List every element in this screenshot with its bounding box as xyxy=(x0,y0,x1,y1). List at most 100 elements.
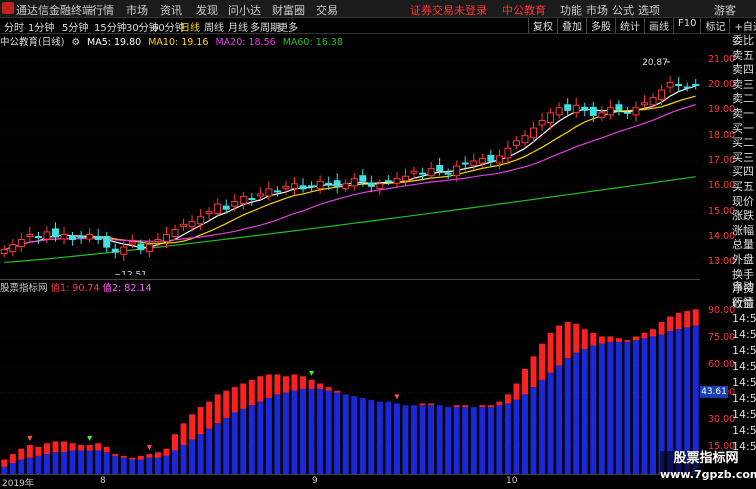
period-tab-1min[interactable]: 1分钟 xyxy=(28,19,54,34)
indicator-bar-red xyxy=(325,387,332,391)
indicator-bar-base xyxy=(189,439,196,474)
login-alert[interactable]: 证券交易未登录 xyxy=(410,2,487,18)
indicator-bar-red xyxy=(120,455,127,458)
tool-mark-button[interactable]: 标记 xyxy=(700,18,729,33)
candle-body xyxy=(171,228,179,237)
indicator-bar-base xyxy=(496,405,503,474)
indicator-bar-red xyxy=(35,446,42,456)
indicator-bar-base xyxy=(274,394,281,474)
side-label-2: 卖四 xyxy=(732,63,754,77)
candle-body xyxy=(470,160,478,167)
indicator-bar-base xyxy=(163,455,170,474)
tool-watchlist-button[interactable]: +自选 xyxy=(729,18,756,33)
indicator-bar-red xyxy=(129,457,136,460)
side-label-3: 卖三 xyxy=(732,77,754,91)
candle-body xyxy=(308,185,316,188)
indicator-bar-red xyxy=(487,405,494,408)
period-tab-monthly[interactable]: 月线 xyxy=(228,19,248,34)
candle-body xyxy=(530,127,538,139)
indicator-bar-red xyxy=(95,443,102,451)
candle-body xyxy=(384,180,392,183)
indicator-bar-red xyxy=(26,445,33,458)
menu-item-news[interactable]: 资讯 xyxy=(160,2,182,18)
indicator-bar-red xyxy=(530,356,537,388)
indicator-bar-base xyxy=(522,394,528,474)
period-tab-multi[interactable]: 多周期 xyxy=(250,19,280,34)
indicator-bar-red xyxy=(334,390,341,393)
candle-body xyxy=(478,157,486,164)
period-tab-daily[interactable]: 日线 xyxy=(180,19,200,34)
menu-item-trade[interactable]: 交易 xyxy=(316,2,338,18)
tool-draw-button[interactable]: 画线 xyxy=(644,18,673,33)
period-tab-timeshare[interactable]: 分时 xyxy=(4,19,24,34)
candle-body xyxy=(137,243,145,251)
indicator-bar-red xyxy=(496,401,503,406)
candle-body xyxy=(197,216,205,225)
menu-item-quote[interactable]: 行情 xyxy=(92,2,114,18)
indicator-bar-base xyxy=(573,352,580,474)
indicator-side-7: 14:5 xyxy=(732,392,756,405)
indicator-bar-base xyxy=(462,407,469,474)
indicator-bar-base xyxy=(240,408,247,474)
indicator-bar-red xyxy=(103,446,110,453)
indicator-bar-base xyxy=(359,399,366,474)
menu-item-fortune[interactable]: 财富圈 xyxy=(272,2,305,18)
quote-side-panel: 委比 卖五 卖四 卖三 卖二 卖一 买一 买二 买三 买四 买五 现价 涨跌 涨幅 总量 外盘 换手 净资 收益 xyxy=(732,34,756,310)
side-label-4: 卖二 xyxy=(732,92,754,106)
indicator-bar-base xyxy=(69,450,76,474)
indicator-bar-red xyxy=(632,336,639,341)
indicator-side-0[interactable]: 自动 xyxy=(732,279,756,295)
kline-chart[interactable]: 20.87 12.51 xyxy=(0,47,700,275)
indicator-bar-red xyxy=(146,454,153,458)
tool-overlay-button[interactable]: 叠加 xyxy=(557,18,586,33)
indicator-bar-red xyxy=(248,379,255,406)
indicator-bar-red xyxy=(78,445,85,451)
candle-body xyxy=(0,249,8,254)
period-tab-weekly[interactable]: 周线 xyxy=(204,19,224,34)
ma60-line xyxy=(4,176,696,263)
indicator-bar-red xyxy=(479,405,486,408)
indicator-bar-base xyxy=(61,452,68,474)
menu-options[interactable]: 选项 xyxy=(638,2,660,18)
menu-formula[interactable]: 公式 xyxy=(612,2,634,18)
indicator-bar-red xyxy=(684,311,691,328)
period-tab-more[interactable]: 更多 xyxy=(278,19,298,34)
candle-body xyxy=(273,190,281,193)
indicator-bar-red xyxy=(163,448,170,456)
period-tab-5min[interactable]: 5分钟 xyxy=(62,19,88,34)
indicator-bar-red xyxy=(658,321,665,335)
tool-stats-button[interactable]: 统计 xyxy=(615,18,644,33)
period-tab-15min[interactable]: 15分钟 xyxy=(94,19,127,34)
side-label-13: 涨幅 xyxy=(732,223,754,237)
indicator-bar-red xyxy=(428,403,435,406)
indicator-bar-red xyxy=(154,452,161,458)
menu-item-market[interactable]: 市场 xyxy=(126,2,148,18)
indicator-bar-base xyxy=(479,407,486,474)
tool-f10-button[interactable]: F10 xyxy=(673,18,700,33)
signal-arrow xyxy=(27,436,33,442)
tool-adjust-button[interactable]: 复权 xyxy=(528,18,557,33)
candle-body xyxy=(43,231,51,240)
menu-function[interactable]: 功能 xyxy=(560,2,582,18)
tool-multistock-button[interactable]: 多股 xyxy=(586,18,615,33)
indicator-bar-red xyxy=(69,443,76,451)
menu-item-discover[interactable]: 发现 xyxy=(196,2,218,18)
user-label[interactable]: 游客 xyxy=(714,2,736,18)
indicator-side-1[interactable]: 行情 xyxy=(732,295,756,311)
candle-body xyxy=(606,107,614,116)
menu-item-ask[interactable]: 问小达 xyxy=(228,2,261,18)
side-label-1: 卖五 xyxy=(732,48,754,62)
indicator-bar-base xyxy=(402,405,409,474)
watermark-title: 股票指标网 xyxy=(673,451,739,466)
indicator-bar-base xyxy=(411,405,418,474)
indicator-chart[interactable] xyxy=(0,293,700,474)
menu-market-right[interactable]: 市场 xyxy=(586,2,608,18)
indicator-bar-base xyxy=(257,401,264,474)
indicator-bar-base xyxy=(26,457,33,474)
candle-body xyxy=(103,235,111,248)
indicator-current-value: 43.61 xyxy=(700,386,728,398)
indicator-bar-red xyxy=(291,374,298,391)
indicator-bar-red xyxy=(308,379,315,389)
indicator-bar-base xyxy=(351,396,358,474)
candle-body xyxy=(291,183,298,189)
